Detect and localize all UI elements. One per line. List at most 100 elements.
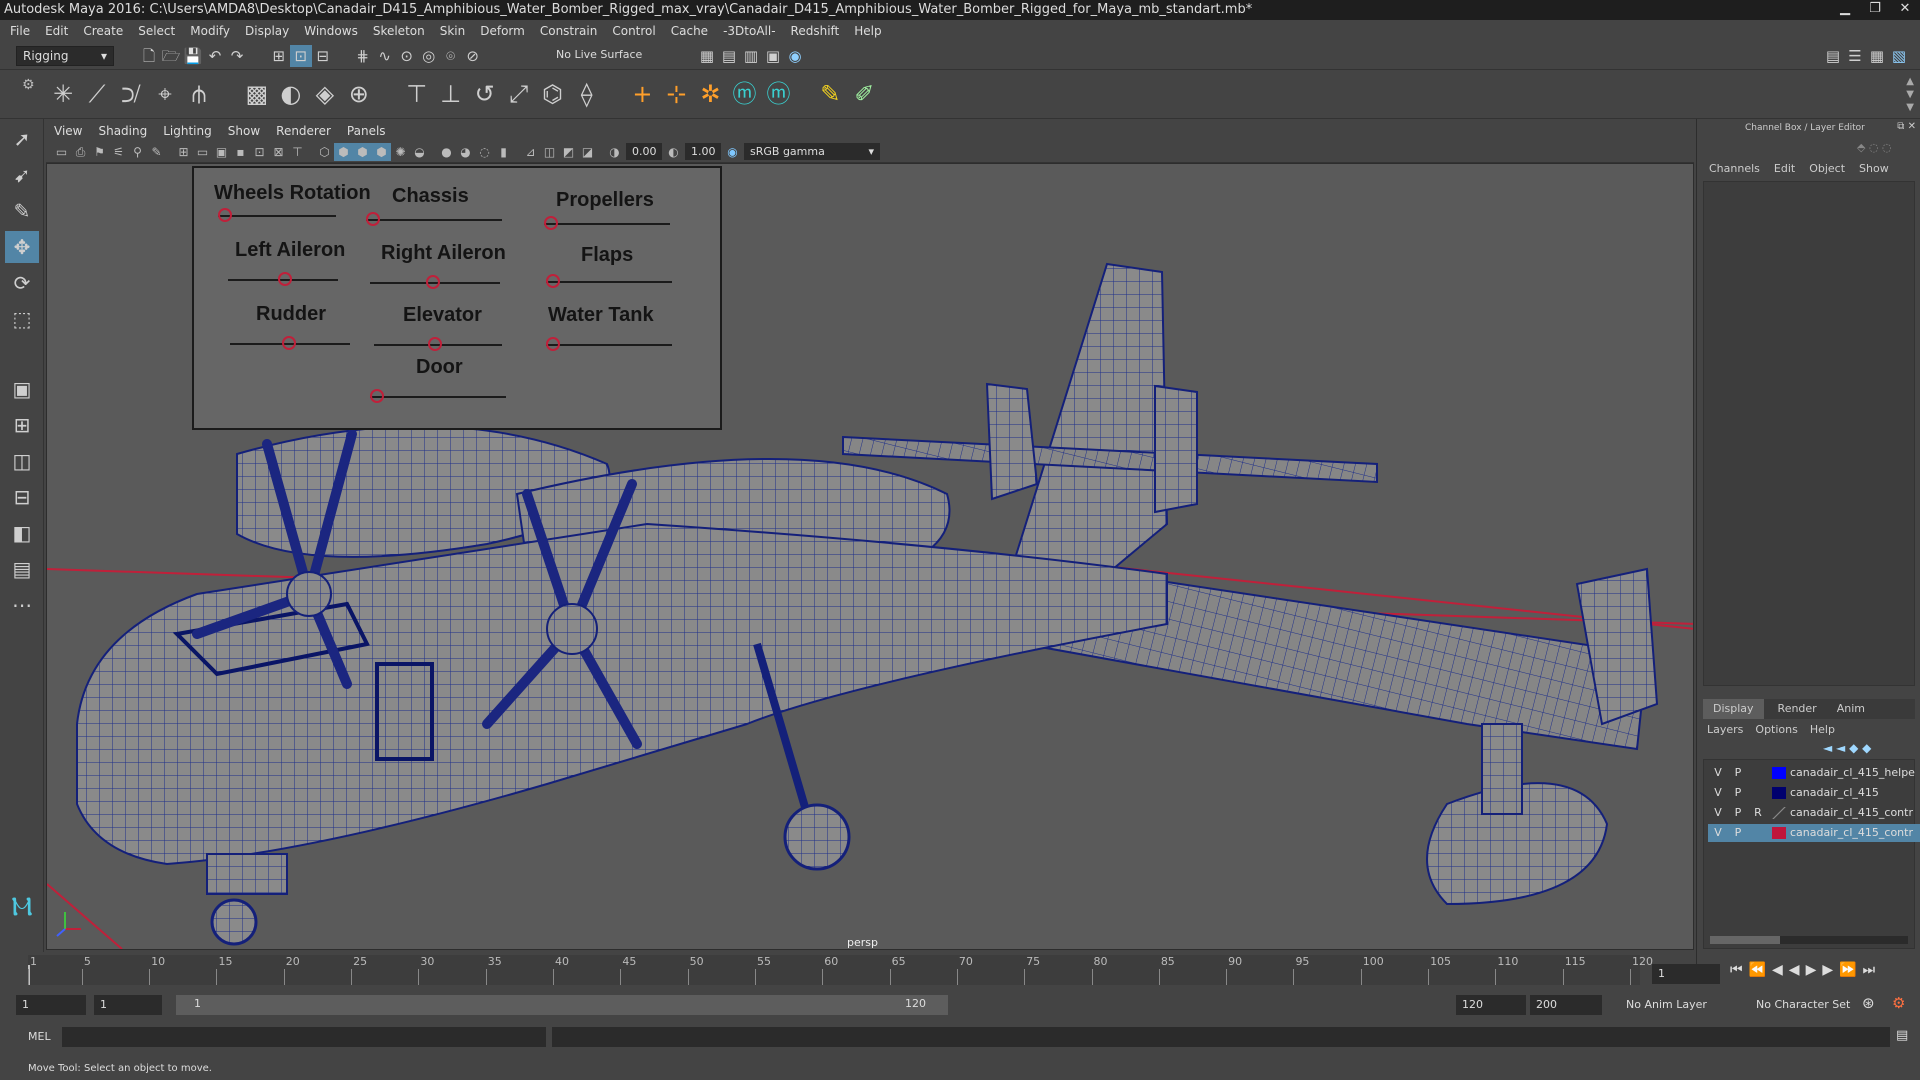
graph-pane-icon[interactable]: ◧ <box>5 517 39 549</box>
layer-row[interactable]: V Pcanadair_cl_415_helpe <box>1708 764 1920 782</box>
layer-playback[interactable]: P <box>1728 824 1748 842</box>
layer-name[interactable]: canadair_cl_415_helpe <box>1790 764 1915 782</box>
layer-reference[interactable]: R <box>1748 804 1768 822</box>
menu-skeleton[interactable]: Skeleton <box>373 24 425 38</box>
curve-control-icon[interactable]: ⊹ <box>659 77 693 111</box>
xray-joints-icon[interactable]: ◩ <box>559 143 578 161</box>
menu-control[interactable]: Control <box>612 24 655 38</box>
screen-space-ao-icon[interactable]: ● <box>437 143 456 161</box>
mel-label[interactable]: MEL <box>28 1030 51 1043</box>
playback-end-field[interactable]: 120 <box>1456 995 1526 1015</box>
menu-modify[interactable]: Modify <box>190 24 230 38</box>
menu-file[interactable]: File <box>10 24 30 38</box>
depth-of-field-icon[interactable]: ▮ <box>494 143 513 161</box>
field-chart-icon[interactable]: ⊡ <box>250 143 269 161</box>
layer-visibility[interactable]: V <box>1708 764 1728 782</box>
image-plane-icon[interactable]: ⚟ <box>109 143 128 161</box>
layer-name[interactable]: canadair_cl_415 <box>1790 784 1879 802</box>
joint-tool-icon[interactable]: ✳ <box>46 77 80 111</box>
paint-weights-icon[interactable]: ◐ <box>274 77 308 111</box>
menu-edit[interactable]: Edit <box>45 24 68 38</box>
xray-icon[interactable]: ◫ <box>540 143 559 161</box>
slider-knob-water-tank[interactable] <box>546 337 560 351</box>
panel-menu-shading[interactable]: Shading <box>98 124 147 138</box>
maximize-button[interactable]: ❐ <box>1860 0 1890 20</box>
snap-grid-icon[interactable]: ⋕ <box>352 45 374 67</box>
color-management-icon[interactable]: ◉ <box>723 143 742 161</box>
anti-aliasing-icon[interactable]: ◌ <box>475 143 494 161</box>
layer-color-swatch[interactable] <box>1772 827 1786 839</box>
hik-icon[interactable]: ✲ <box>693 77 727 111</box>
insert-joint-icon[interactable]: ⌖ <box>148 77 182 111</box>
slider-knob-chassis[interactable] <box>366 212 380 226</box>
slider-knob-right-aileron[interactable] <box>426 275 440 289</box>
resolution-gate-icon[interactable]: ▣ <box>212 143 231 161</box>
anim-prefs-icon[interactable]: ⚙ <box>1892 994 1905 1012</box>
paint-select-icon[interactable]: ✎ <box>5 195 39 227</box>
select-camera-icon[interactable]: ▭ <box>52 143 71 161</box>
slider-knob-flaps[interactable] <box>546 274 560 288</box>
shelf-scroll-icon[interactable]: ▲ ▼ ▼ <box>1906 75 1914 114</box>
aim-constraint-icon[interactable]: ⌬ <box>536 77 570 111</box>
tab-display[interactable]: Display <box>1703 699 1764 719</box>
menu-deform[interactable]: Deform <box>480 24 525 38</box>
cb-menu-edit[interactable]: Edit <box>1774 162 1795 175</box>
panel-menu-view[interactable]: View <box>54 124 82 138</box>
grease-pencil-icon[interactable]: ✎ <box>147 143 166 161</box>
scale-tool-icon[interactable]: ⬚ <box>5 303 39 335</box>
panel-menu-lighting[interactable]: Lighting <box>163 124 212 138</box>
layer-name[interactable]: canadair_cl_415_contr <box>1790 824 1913 842</box>
gate-mask-icon[interactable]: ▪ <box>231 143 250 161</box>
anim-layer-dropdown[interactable]: No Anim Layer <box>1620 995 1740 1015</box>
isolate-select-icon[interactable]: ⊿ <box>521 143 540 161</box>
slider-knob-propellers[interactable] <box>544 216 558 230</box>
pole-vector-icon[interactable]: ⟠ <box>570 77 604 111</box>
gamma-field[interactable]: 1.00 <box>685 143 721 160</box>
layer-playback[interactable]: P <box>1728 784 1748 802</box>
snap-live-icon[interactable]: ⊘ <box>462 45 484 67</box>
attribute-editor-icon[interactable]: ☰ <box>1844 45 1866 67</box>
render-view-icon[interactable]: ▣ <box>762 45 784 67</box>
menu-cache[interactable]: Cache <box>671 24 708 38</box>
wireframe-icon[interactable]: ⬡ <box>315 143 334 161</box>
snap-surface-icon[interactable]: ⌾ <box>440 45 462 67</box>
mode-dropdown[interactable]: Rigging ▾ <box>16 46 114 66</box>
point-constraint-icon[interactable]: ⊥ <box>434 77 468 111</box>
textured-icon[interactable]: ⬢ <box>372 142 391 161</box>
script-editor-icon[interactable]: ▤ <box>1896 1028 1908 1043</box>
menu-skin[interactable]: Skin <box>440 24 466 38</box>
hypershade-pane-icon[interactable]: ▤ <box>5 553 39 585</box>
layer-color-swatch[interactable] <box>1772 787 1786 799</box>
minimize-button[interactable]: ▁ <box>1830 0 1860 20</box>
hypershade-icon[interactable]: ◉ <box>784 45 806 67</box>
playback-start-field[interactable]: 1 <box>94 995 162 1015</box>
more-layouts-icon[interactable]: ⋯ <box>5 589 39 621</box>
layer-visibility[interactable]: V <box>1708 804 1728 822</box>
lattice-icon[interactable]: ◈ <box>308 77 342 111</box>
slider-knob-rudder[interactable] <box>282 336 296 350</box>
save-scene-icon[interactable]: 💾 <box>182 45 204 67</box>
layer-menu-layers[interactable]: Layers <box>1707 723 1743 736</box>
bookmarks-icon[interactable]: ⚑ <box>90 143 109 161</box>
scrollbar-thumb[interactable] <box>1710 936 1780 944</box>
layer-row-selected[interactable]: V Pcanadair_cl_415_contr <box>1708 824 1920 842</box>
quick-rig-icon[interactable]: ✎ <box>813 77 847 111</box>
mirror-joint-icon[interactable]: ⫛ <box>182 77 216 111</box>
cb-menu-object[interactable]: Object <box>1809 162 1845 175</box>
layer-color-swatch[interactable] <box>1772 767 1786 779</box>
menu-help[interactable]: Help <box>854 24 881 38</box>
tool-settings-icon[interactable]: ▦ <box>1866 45 1888 67</box>
layer-buttons-icon[interactable]: ◄ ◄ ◆ ◆ <box>1823 741 1871 755</box>
exposure-icon[interactable]: ◑ <box>605 143 624 161</box>
menu-redshift[interactable]: Redshift <box>791 24 840 38</box>
slider-knob-left-aileron[interactable] <box>278 272 292 286</box>
layer-scrollbar[interactable] <box>1710 936 1908 944</box>
cb-menu-channels[interactable]: Channels <box>1709 162 1760 175</box>
cb-menu-show[interactable]: Show <box>1859 162 1889 175</box>
character-set-dropdown[interactable]: No Character Set <box>1750 995 1866 1015</box>
outliner-pane-icon[interactable]: ⊟ <box>5 481 39 513</box>
channel-box-toggle-icons[interactable]: ⬘ ◌ ◌ <box>1857 141 1892 154</box>
range-slider-bar[interactable]: 1 120 <box>176 995 948 1015</box>
snap-curve-icon[interactable]: ∿ <box>374 45 396 67</box>
camera-attributes-icon[interactable]: ⎙ <box>71 143 90 161</box>
